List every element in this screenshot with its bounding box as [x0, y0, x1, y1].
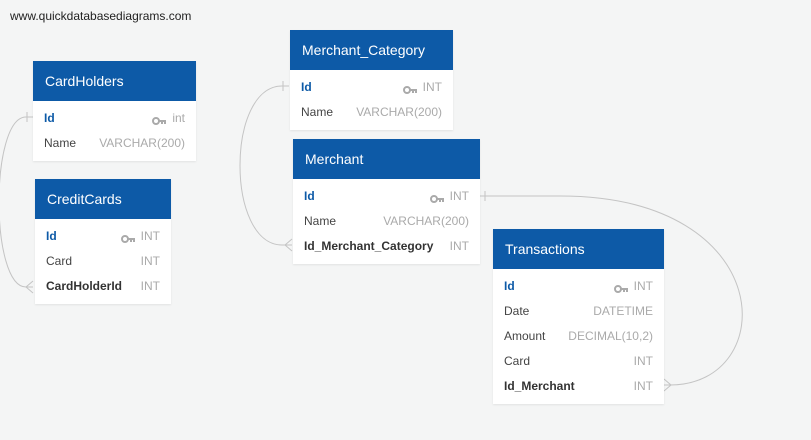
field-name: Card: [46, 253, 73, 268]
primary-key-icon: [120, 232, 136, 243]
field-type-cell: DECIMAL(10,2): [568, 329, 653, 343]
field-type: VARCHAR(200): [383, 213, 469, 228]
field-row[interactable]: Id INT: [493, 273, 664, 298]
field-type-cell: VARCHAR(200): [356, 105, 442, 119]
field-row[interactable]: Name VARCHAR(200): [293, 208, 480, 233]
primary-key-icon: [152, 114, 167, 125]
field-name: Id: [504, 278, 515, 293]
field-row[interactable]: Id INT: [290, 74, 453, 99]
table-title[interactable]: CardHolders: [33, 61, 196, 101]
field-row[interactable]: Date DATETIME: [493, 298, 664, 323]
field-row[interactable]: Id_Merchant INT: [493, 373, 664, 398]
relationship-line: [0, 116, 33, 288]
field-type: INT: [633, 278, 653, 293]
field-name: CardHolderId: [46, 278, 123, 293]
field-type: INT: [140, 253, 160, 268]
field-type: INT: [633, 353, 653, 368]
field-name: Id: [304, 188, 315, 203]
field-type-cell: INT: [141, 254, 160, 268]
table-title[interactable]: Transactions: [493, 229, 664, 269]
field-name: Card: [504, 353, 531, 368]
field-type: INT: [140, 228, 160, 243]
table-transactions[interactable]: Transactions Id INT Date DATETIME Amount DECI…: [493, 229, 664, 404]
field-row[interactable]: Id int: [33, 105, 196, 130]
field-name: Name: [304, 213, 337, 228]
field-name: Id: [301, 79, 312, 94]
field-name: Id: [44, 110, 55, 125]
field-name: Name: [301, 104, 334, 119]
primary-key-icon: [613, 282, 629, 293]
field-name: Amount: [504, 328, 546, 343]
field-type-cell: INT: [141, 279, 160, 293]
field-type: INT: [140, 278, 160, 293]
relationship-line: [239, 85, 292, 246]
field-list: Id INT Name VARCHAR(200) Id_Merchant_Categor…: [293, 179, 480, 264]
field-type: VARCHAR(200): [356, 104, 442, 119]
field-type: INT: [633, 378, 653, 393]
field-name: Date: [504, 303, 530, 318]
field-type-cell: INT: [429, 188, 469, 203]
field-row[interactable]: Id INT: [293, 183, 480, 208]
field-row[interactable]: Id INT: [35, 223, 171, 248]
field-type: INT: [449, 188, 469, 203]
field-type: INT: [449, 238, 469, 253]
field-type-cell: VARCHAR(200): [99, 136, 185, 150]
primary-key-icon: [402, 83, 418, 94]
field-row[interactable]: Amount DECIMAL(10,2): [493, 323, 664, 348]
field-row[interactable]: CardHolderId INT: [35, 273, 171, 298]
field-type-cell: INT: [450, 239, 469, 253]
field-row[interactable]: Name VARCHAR(200): [33, 130, 196, 155]
field-type-cell: INT: [634, 354, 653, 368]
field-type-cell: VARCHAR(200): [383, 214, 469, 228]
field-row[interactable]: Name VARCHAR(200): [290, 99, 453, 124]
field-type-cell: DATETIME: [593, 304, 653, 318]
field-type-cell: INT: [634, 379, 653, 393]
table-title[interactable]: CreditCards: [35, 179, 171, 219]
field-type-cell: int: [152, 111, 185, 125]
field-type: DECIMAL(10,2): [568, 328, 653, 343]
field-list: Id INT Name VARCHAR(200): [290, 70, 453, 130]
table-title[interactable]: Merchant_Category: [290, 30, 453, 70]
table-title[interactable]: Merchant: [293, 139, 480, 179]
field-name: Id_Merchant: [504, 378, 575, 393]
field-type-cell: INT: [120, 228, 160, 243]
field-type: DATETIME: [593, 303, 653, 318]
field-name: Id_Merchant_Category: [304, 238, 434, 253]
table-merchant-category[interactable]: Merchant_Category Id INT Name VARCHAR(200): [290, 30, 453, 130]
field-type: VARCHAR(200): [99, 135, 185, 150]
field-type: INT: [422, 79, 442, 94]
field-name: Name: [44, 135, 77, 150]
field-list: Id int Name VARCHAR(200): [33, 101, 196, 161]
field-row[interactable]: Card INT: [35, 248, 171, 273]
field-row[interactable]: Id_Merchant_Category INT: [293, 233, 480, 258]
field-list: Id INT Date DATETIME Amount DECIMAL(10,2) Card…: [493, 269, 664, 404]
primary-key-icon: [429, 192, 445, 203]
table-creditcards[interactable]: CreditCards Id INT Card INT CardHolderId INT: [35, 179, 171, 304]
table-cardholders[interactable]: CardHolders Id int Name VARCHAR(200): [33, 61, 196, 161]
field-row[interactable]: Card INT: [493, 348, 664, 373]
field-name: Id: [46, 228, 57, 243]
field-type-cell: INT: [402, 79, 442, 94]
field-type: int: [172, 110, 185, 125]
field-list: Id INT Card INT CardHolderId INT: [35, 219, 171, 304]
field-type-cell: INT: [613, 278, 653, 293]
table-merchant[interactable]: Merchant Id INT Name VARCHAR(200) Id_Merchan…: [293, 139, 480, 264]
